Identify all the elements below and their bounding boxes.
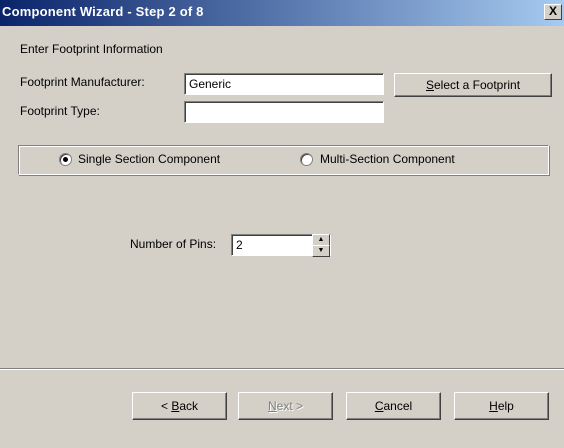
single-section-option[interactable]: Single Section Component	[59, 152, 259, 167]
title-bar[interactable]: Component Wizard - Step 2 of 8 X	[0, 0, 564, 26]
footprint-manufacturer-label: Footprint Manufacturer:	[20, 75, 145, 89]
help-mnemonic: H	[489, 399, 498, 413]
help-button[interactable]: Help	[454, 392, 549, 420]
single-section-radio[interactable]	[59, 153, 72, 166]
next-mnemonic: N	[267, 399, 277, 413]
cancel-label: ancel	[383, 399, 413, 413]
pins-spinner[interactable]: ▲ ▼	[312, 234, 330, 257]
footprint-type-label: Footprint Type:	[20, 104, 100, 118]
multi-section-label: Multi-Section Component	[320, 152, 455, 166]
cancel-button[interactable]: Cancel	[346, 392, 441, 420]
spin-down-icon[interactable]: ▼	[312, 245, 330, 257]
next-label: ext >	[276, 399, 304, 413]
select-footprint-mnemonic: S	[425, 78, 434, 92]
multi-section-option[interactable]: Multi-Section Component	[300, 152, 500, 167]
footer-separator-highlight	[0, 369, 564, 370]
back-label: ack	[179, 399, 199, 413]
component-wizard-window: Component Wizard - Step 2 of 8 X Enter F…	[0, 0, 564, 448]
close-icon: X	[548, 4, 557, 18]
close-button[interactable]: X	[544, 4, 562, 20]
multi-section-radio[interactable]	[300, 153, 313, 166]
next-button[interactable]: Next >	[238, 392, 333, 420]
number-of-pins-label: Number of Pins:	[130, 237, 217, 251]
component-type-group: Single Section Component Multi-Section C…	[18, 145, 549, 175]
footprint-manufacturer-field[interactable]	[184, 73, 384, 95]
single-section-label: Single Section Component	[78, 152, 221, 166]
select-footprint-label: elect a Footprint	[433, 78, 521, 92]
back-prefix: <	[160, 399, 172, 413]
footprint-type-field[interactable]	[184, 101, 384, 123]
help-label: elp	[497, 399, 514, 413]
radio-selected-dot	[63, 157, 68, 162]
back-button[interactable]: < Back	[132, 392, 227, 420]
section-heading: Enter Footprint Information	[20, 42, 163, 56]
window-title: Component Wizard - Step 2 of 8	[2, 4, 204, 19]
select-footprint-button[interactable]: Select a Footprint	[394, 73, 552, 97]
